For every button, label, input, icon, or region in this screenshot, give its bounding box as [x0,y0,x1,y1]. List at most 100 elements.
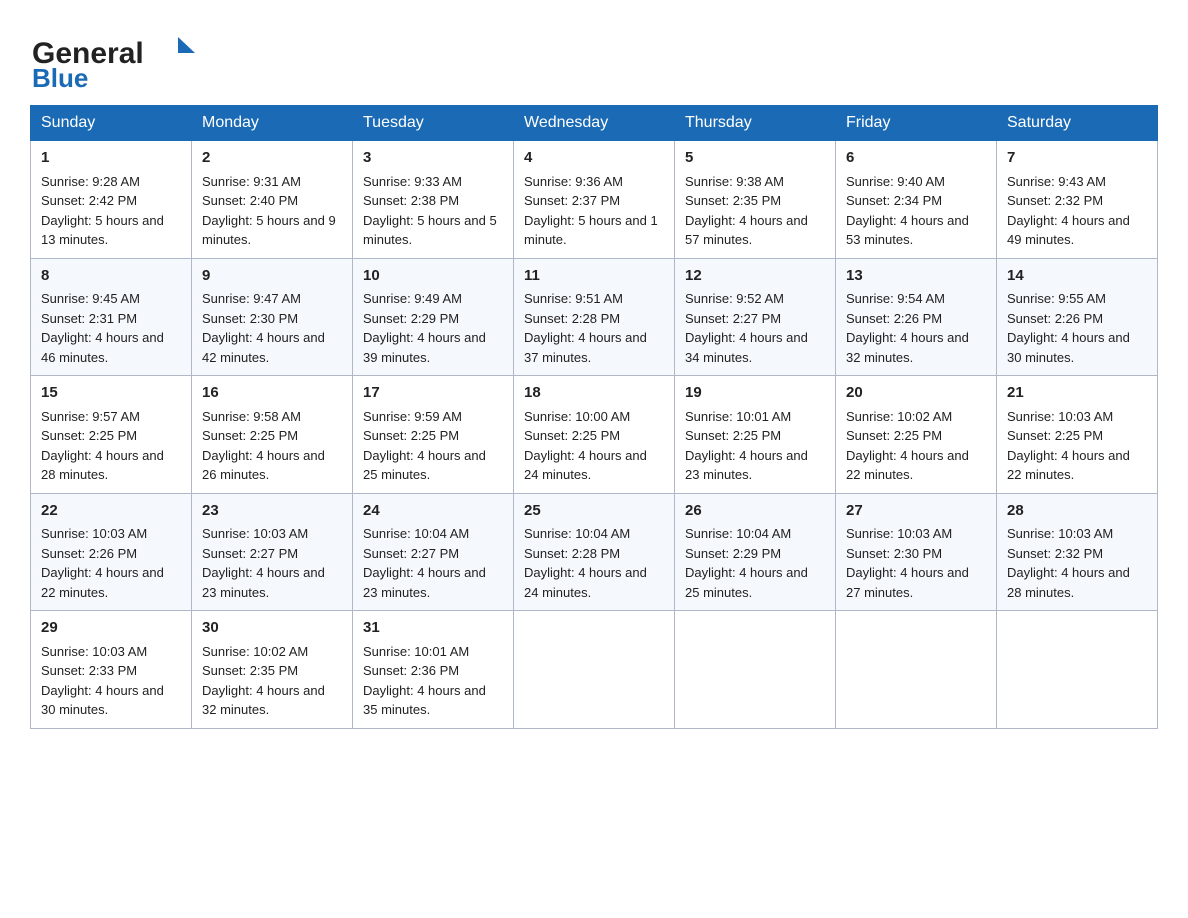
day-number: 16 [202,382,342,405]
page-header: General Blue [30,20,1158,95]
day-info: Sunrise: 10:02 AMSunset: 2:35 PMDaylight… [202,644,325,718]
weekday-header-friday: Friday [836,106,997,141]
weekday-header-wednesday: Wednesday [514,106,675,141]
day-cell: 28 Sunrise: 10:03 AMSunset: 2:32 PMDayli… [997,493,1158,611]
day-number: 7 [1007,147,1147,170]
day-number: 29 [41,617,181,640]
week-row-3: 15 Sunrise: 9:57 AMSunset: 2:25 PMDaylig… [31,376,1158,494]
day-cell: 31 Sunrise: 10:01 AMSunset: 2:36 PMDayli… [353,611,514,729]
day-cell [836,611,997,729]
day-info: Sunrise: 10:01 AMSunset: 2:36 PMDaylight… [363,644,486,718]
day-cell: 7 Sunrise: 9:43 AMSunset: 2:32 PMDayligh… [997,141,1158,259]
week-row-1: 1 Sunrise: 9:28 AMSunset: 2:42 PMDayligh… [31,141,1158,259]
day-cell: 15 Sunrise: 9:57 AMSunset: 2:25 PMDaylig… [31,376,192,494]
day-number: 25 [524,500,664,523]
day-info: Sunrise: 9:54 AMSunset: 2:26 PMDaylight:… [846,291,969,365]
day-info: Sunrise: 9:36 AMSunset: 2:37 PMDaylight:… [524,174,658,248]
day-number: 24 [363,500,503,523]
day-number: 18 [524,382,664,405]
day-info: Sunrise: 9:58 AMSunset: 2:25 PMDaylight:… [202,409,325,483]
day-cell: 21 Sunrise: 10:03 AMSunset: 2:25 PMDayli… [997,376,1158,494]
day-cell: 6 Sunrise: 9:40 AMSunset: 2:34 PMDayligh… [836,141,997,259]
day-info: Sunrise: 10:04 AMSunset: 2:29 PMDaylight… [685,526,808,600]
day-info: Sunrise: 9:43 AMSunset: 2:32 PMDaylight:… [1007,174,1130,248]
day-cell: 24 Sunrise: 10:04 AMSunset: 2:27 PMDayli… [353,493,514,611]
weekday-header-sunday: Sunday [31,106,192,141]
day-number: 31 [363,617,503,640]
svg-text:Blue: Blue [32,63,88,93]
day-number: 14 [1007,265,1147,288]
day-info: Sunrise: 10:00 AMSunset: 2:25 PMDaylight… [524,409,647,483]
day-number: 9 [202,265,342,288]
calendar-table: SundayMondayTuesdayWednesdayThursdayFrid… [30,105,1158,729]
day-cell: 8 Sunrise: 9:45 AMSunset: 2:31 PMDayligh… [31,258,192,376]
day-number: 30 [202,617,342,640]
weekday-header-saturday: Saturday [997,106,1158,141]
day-info: Sunrise: 10:03 AMSunset: 2:27 PMDaylight… [202,526,325,600]
day-cell: 1 Sunrise: 9:28 AMSunset: 2:42 PMDayligh… [31,141,192,259]
day-cell: 14 Sunrise: 9:55 AMSunset: 2:26 PMDaylig… [997,258,1158,376]
day-cell [514,611,675,729]
day-cell: 18 Sunrise: 10:00 AMSunset: 2:25 PMDayli… [514,376,675,494]
logo-svg: General Blue [30,25,210,95]
day-info: Sunrise: 10:04 AMSunset: 2:27 PMDaylight… [363,526,486,600]
day-info: Sunrise: 10:03 AMSunset: 2:26 PMDaylight… [41,526,164,600]
day-info: Sunrise: 9:57 AMSunset: 2:25 PMDaylight:… [41,409,164,483]
day-number: 23 [202,500,342,523]
day-number: 10 [363,265,503,288]
week-row-5: 29 Sunrise: 10:03 AMSunset: 2:33 PMDayli… [31,611,1158,729]
weekday-header-tuesday: Tuesday [353,106,514,141]
week-row-4: 22 Sunrise: 10:03 AMSunset: 2:26 PMDayli… [31,493,1158,611]
day-info: Sunrise: 9:55 AMSunset: 2:26 PMDaylight:… [1007,291,1130,365]
day-number: 17 [363,382,503,405]
day-number: 15 [41,382,181,405]
day-info: Sunrise: 9:33 AMSunset: 2:38 PMDaylight:… [363,174,497,248]
day-number: 1 [41,147,181,170]
day-number: 8 [41,265,181,288]
day-info: Sunrise: 9:59 AMSunset: 2:25 PMDaylight:… [363,409,486,483]
day-info: Sunrise: 9:45 AMSunset: 2:31 PMDaylight:… [41,291,164,365]
day-cell: 13 Sunrise: 9:54 AMSunset: 2:26 PMDaylig… [836,258,997,376]
day-number: 26 [685,500,825,523]
logo: General Blue [30,20,210,95]
day-info: Sunrise: 10:04 AMSunset: 2:28 PMDaylight… [524,526,647,600]
day-number: 3 [363,147,503,170]
day-number: 11 [524,265,664,288]
day-cell: 20 Sunrise: 10:02 AMSunset: 2:25 PMDayli… [836,376,997,494]
day-info: Sunrise: 9:47 AMSunset: 2:30 PMDaylight:… [202,291,325,365]
day-info: Sunrise: 9:28 AMSunset: 2:42 PMDaylight:… [41,174,164,248]
day-cell: 16 Sunrise: 9:58 AMSunset: 2:25 PMDaylig… [192,376,353,494]
day-number: 20 [846,382,986,405]
day-info: Sunrise: 9:51 AMSunset: 2:28 PMDaylight:… [524,291,647,365]
day-cell: 5 Sunrise: 9:38 AMSunset: 2:35 PMDayligh… [675,141,836,259]
day-cell: 22 Sunrise: 10:03 AMSunset: 2:26 PMDayli… [31,493,192,611]
day-number: 19 [685,382,825,405]
day-info: Sunrise: 10:03 AMSunset: 2:33 PMDaylight… [41,644,164,718]
day-number: 13 [846,265,986,288]
day-cell [997,611,1158,729]
day-number: 27 [846,500,986,523]
day-cell: 17 Sunrise: 9:59 AMSunset: 2:25 PMDaylig… [353,376,514,494]
day-cell: 27 Sunrise: 10:03 AMSunset: 2:30 PMDayli… [836,493,997,611]
day-cell: 9 Sunrise: 9:47 AMSunset: 2:30 PMDayligh… [192,258,353,376]
day-info: Sunrise: 10:03 AMSunset: 2:25 PMDaylight… [1007,409,1130,483]
day-info: Sunrise: 9:38 AMSunset: 2:35 PMDaylight:… [685,174,808,248]
day-number: 12 [685,265,825,288]
day-cell: 26 Sunrise: 10:04 AMSunset: 2:29 PMDayli… [675,493,836,611]
day-number: 5 [685,147,825,170]
day-cell: 3 Sunrise: 9:33 AMSunset: 2:38 PMDayligh… [353,141,514,259]
weekday-header-thursday: Thursday [675,106,836,141]
day-number: 21 [1007,382,1147,405]
day-number: 2 [202,147,342,170]
weekday-header-monday: Monday [192,106,353,141]
day-cell: 11 Sunrise: 9:51 AMSunset: 2:28 PMDaylig… [514,258,675,376]
week-row-2: 8 Sunrise: 9:45 AMSunset: 2:31 PMDayligh… [31,258,1158,376]
day-info: Sunrise: 9:40 AMSunset: 2:34 PMDaylight:… [846,174,969,248]
day-cell: 23 Sunrise: 10:03 AMSunset: 2:27 PMDayli… [192,493,353,611]
day-number: 6 [846,147,986,170]
day-info: Sunrise: 9:52 AMSunset: 2:27 PMDaylight:… [685,291,808,365]
day-info: Sunrise: 10:02 AMSunset: 2:25 PMDaylight… [846,409,969,483]
day-info: Sunrise: 10:03 AMSunset: 2:32 PMDaylight… [1007,526,1130,600]
day-info: Sunrise: 9:49 AMSunset: 2:29 PMDaylight:… [363,291,486,365]
day-cell: 2 Sunrise: 9:31 AMSunset: 2:40 PMDayligh… [192,141,353,259]
